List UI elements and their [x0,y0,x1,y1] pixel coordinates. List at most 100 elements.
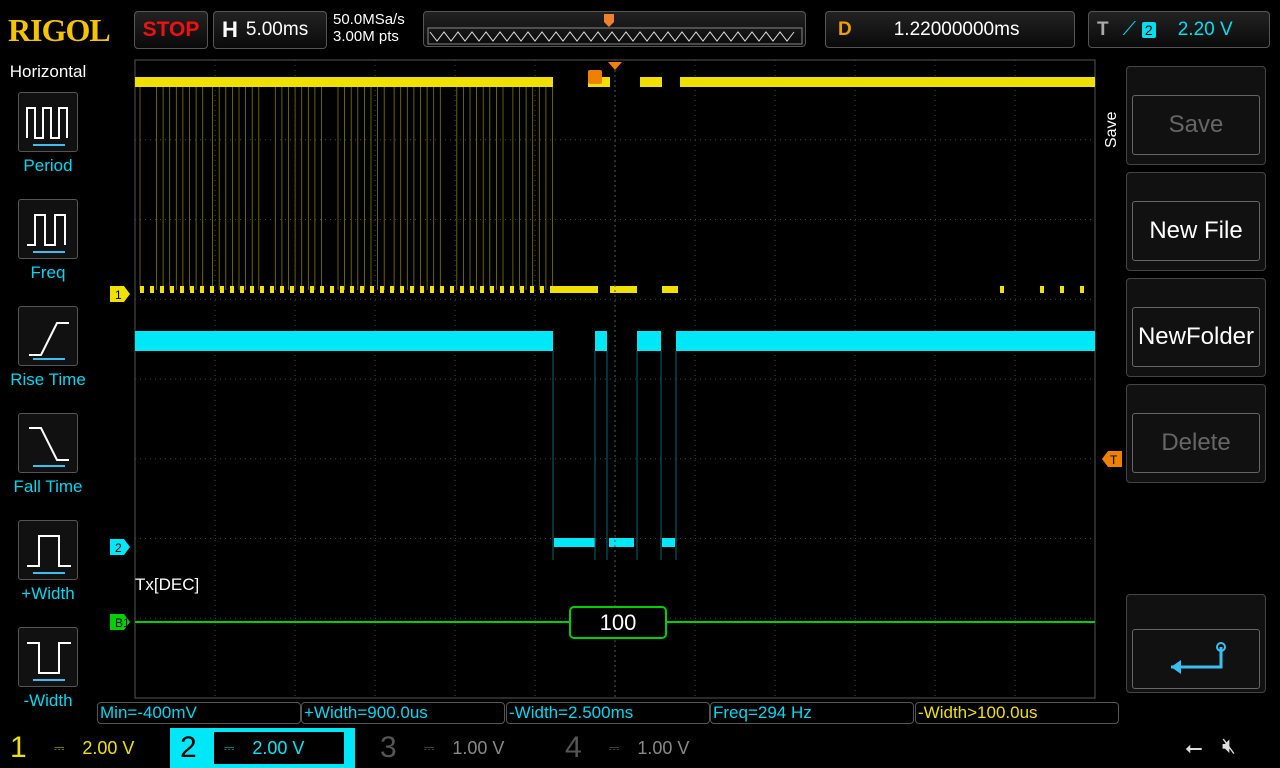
channel-2-button[interactable]: 2 ⎓ 2.00 V [170,728,355,768]
ch1-low-trace [610,286,637,293]
sound-muted-icon[interactable]: 🔇︎ [1222,733,1236,759]
ch1-low-trace [480,286,484,293]
usb-icon: ⭠ [1185,735,1203,760]
ch1-high-trace [680,77,1095,87]
ch2-high-trace [595,331,607,351]
ch1-low-trace [230,286,234,293]
ch1-low-trace [140,286,144,293]
ch1-high-trace [640,77,662,87]
measurement-1[interactable]: Min=-400mV [97,702,301,724]
ch1-low-trace [530,286,534,293]
ch1-low-trace [540,286,544,293]
menu-item-label: Save [1132,95,1260,155]
ch1-low-trace [350,286,354,293]
ch1-low-trace [300,286,304,293]
trigger-level-marker-label: T [1110,453,1118,467]
bus-marker-label: B1 [115,616,130,630]
ch1-low-trace [420,286,424,293]
menu-item-save[interactable]: Save [1126,66,1266,165]
menu-item-label: New File [1132,201,1260,261]
ch1-low-trace [330,286,334,293]
ch1-low-trace [380,286,384,293]
menu-item-label: Delete [1132,413,1260,473]
decode-value: 100 [569,606,667,639]
ch1-low-trace [220,286,224,293]
return-icon [1171,642,1226,674]
ch1-low-trace [170,286,174,293]
ch1-low-trace [520,286,524,293]
ch1-low-trace [290,286,294,293]
menu-item-new-file[interactable]: New File [1126,172,1266,271]
ch1-low-trace [160,286,164,293]
ch1-low-trace [240,286,244,293]
ch1-low-trace [180,286,184,293]
right-menu-title: Save [1103,111,1120,148]
dc-coupling-icon: ⎓ [609,740,620,755]
ch1-high-trace [135,77,553,87]
ch1-low-trace [310,286,314,293]
ch1-low-trace [210,286,214,293]
ch1-low-trace [1040,286,1044,293]
ch1-low-trace [200,286,204,293]
decode-label: Tx[DEC] [135,575,200,594]
channel-scale: 2.00 V [82,737,135,758]
ch1-low-trace [320,286,324,293]
channel-4-button[interactable]: 4 ⎓ 1.00 V [555,728,740,768]
ch2-high-trace [676,331,1095,351]
channel-scale: 2.00 V [252,737,305,758]
ch1-low-trace [450,286,454,293]
ch1-low-trace [510,286,514,293]
dc-coupling-icon: ⎓ [54,740,65,755]
ch2-high-trace [637,331,661,351]
ch1-low-trace [190,286,194,293]
ch2-low-trace [662,538,675,547]
ch1-low-trace [490,286,494,293]
measurement-3[interactable]: -Width=2.500ms [506,702,710,724]
ch1-low-trace [370,286,374,293]
dc-coupling-icon: ⎓ [224,740,235,755]
ch1-low-trace [553,286,598,293]
channel-1-button[interactable]: 1 ⎓ 2.00 V [0,728,185,768]
ch2-low-trace [609,538,634,547]
ch1-low-trace [360,286,364,293]
channel-3-button[interactable]: 3 ⎓ 1.00 V [370,728,555,768]
ch1-low-trace [340,286,344,293]
ch1-low-trace [662,286,678,293]
ch1-low-trace [470,286,474,293]
ch2-high-trace [135,331,553,351]
ch1-low-trace [260,286,264,293]
channel-scale: 1.00 V [452,737,505,758]
waveform-display[interactable]: 1 2 B1 T [0,0,1280,768]
ch1-low-trace [250,286,254,293]
channel-number: 4 [565,731,582,764]
menu-item-newfolder[interactable]: NewFolder [1126,278,1266,377]
ch1-low-trace [1080,286,1084,293]
channel-scale: 1.00 V [637,737,690,758]
measurement-5[interactable]: -Width>100.0us [915,702,1119,724]
measurement-4[interactable]: Freq=294 Hz [710,702,914,724]
ch2-low-trace [554,538,595,547]
channel-number: 2 [180,731,197,764]
ch1-low-trace [270,286,274,293]
channel-number: 1 [10,731,27,764]
ch1-low-trace [280,286,284,293]
dc-coupling-icon: ⎓ [424,740,435,755]
measurement-2[interactable]: +Width=900.0us [301,702,505,724]
ch1-low-trace [440,286,444,293]
menu-item-delete[interactable]: Delete [1126,384,1266,483]
menu-item-label: NewFolder [1132,307,1260,367]
ch1-low-trace [500,286,504,293]
ch1-low-trace [430,286,434,293]
ch1-low-trace [410,286,414,293]
ch1-low-trace [460,286,464,293]
trigger-point-marker [588,70,602,84]
ch1-low-trace [400,286,404,293]
ch1-low-trace [390,286,394,293]
ch1-low-trace [1060,286,1064,293]
ch1-low-trace [1000,286,1004,293]
trigger-position-marker [608,62,622,70]
ch2-marker-label: 2 [115,541,122,555]
ch1-marker-label: 1 [115,288,122,302]
ch1-low-trace [150,286,154,293]
return-button[interactable] [1126,594,1266,693]
